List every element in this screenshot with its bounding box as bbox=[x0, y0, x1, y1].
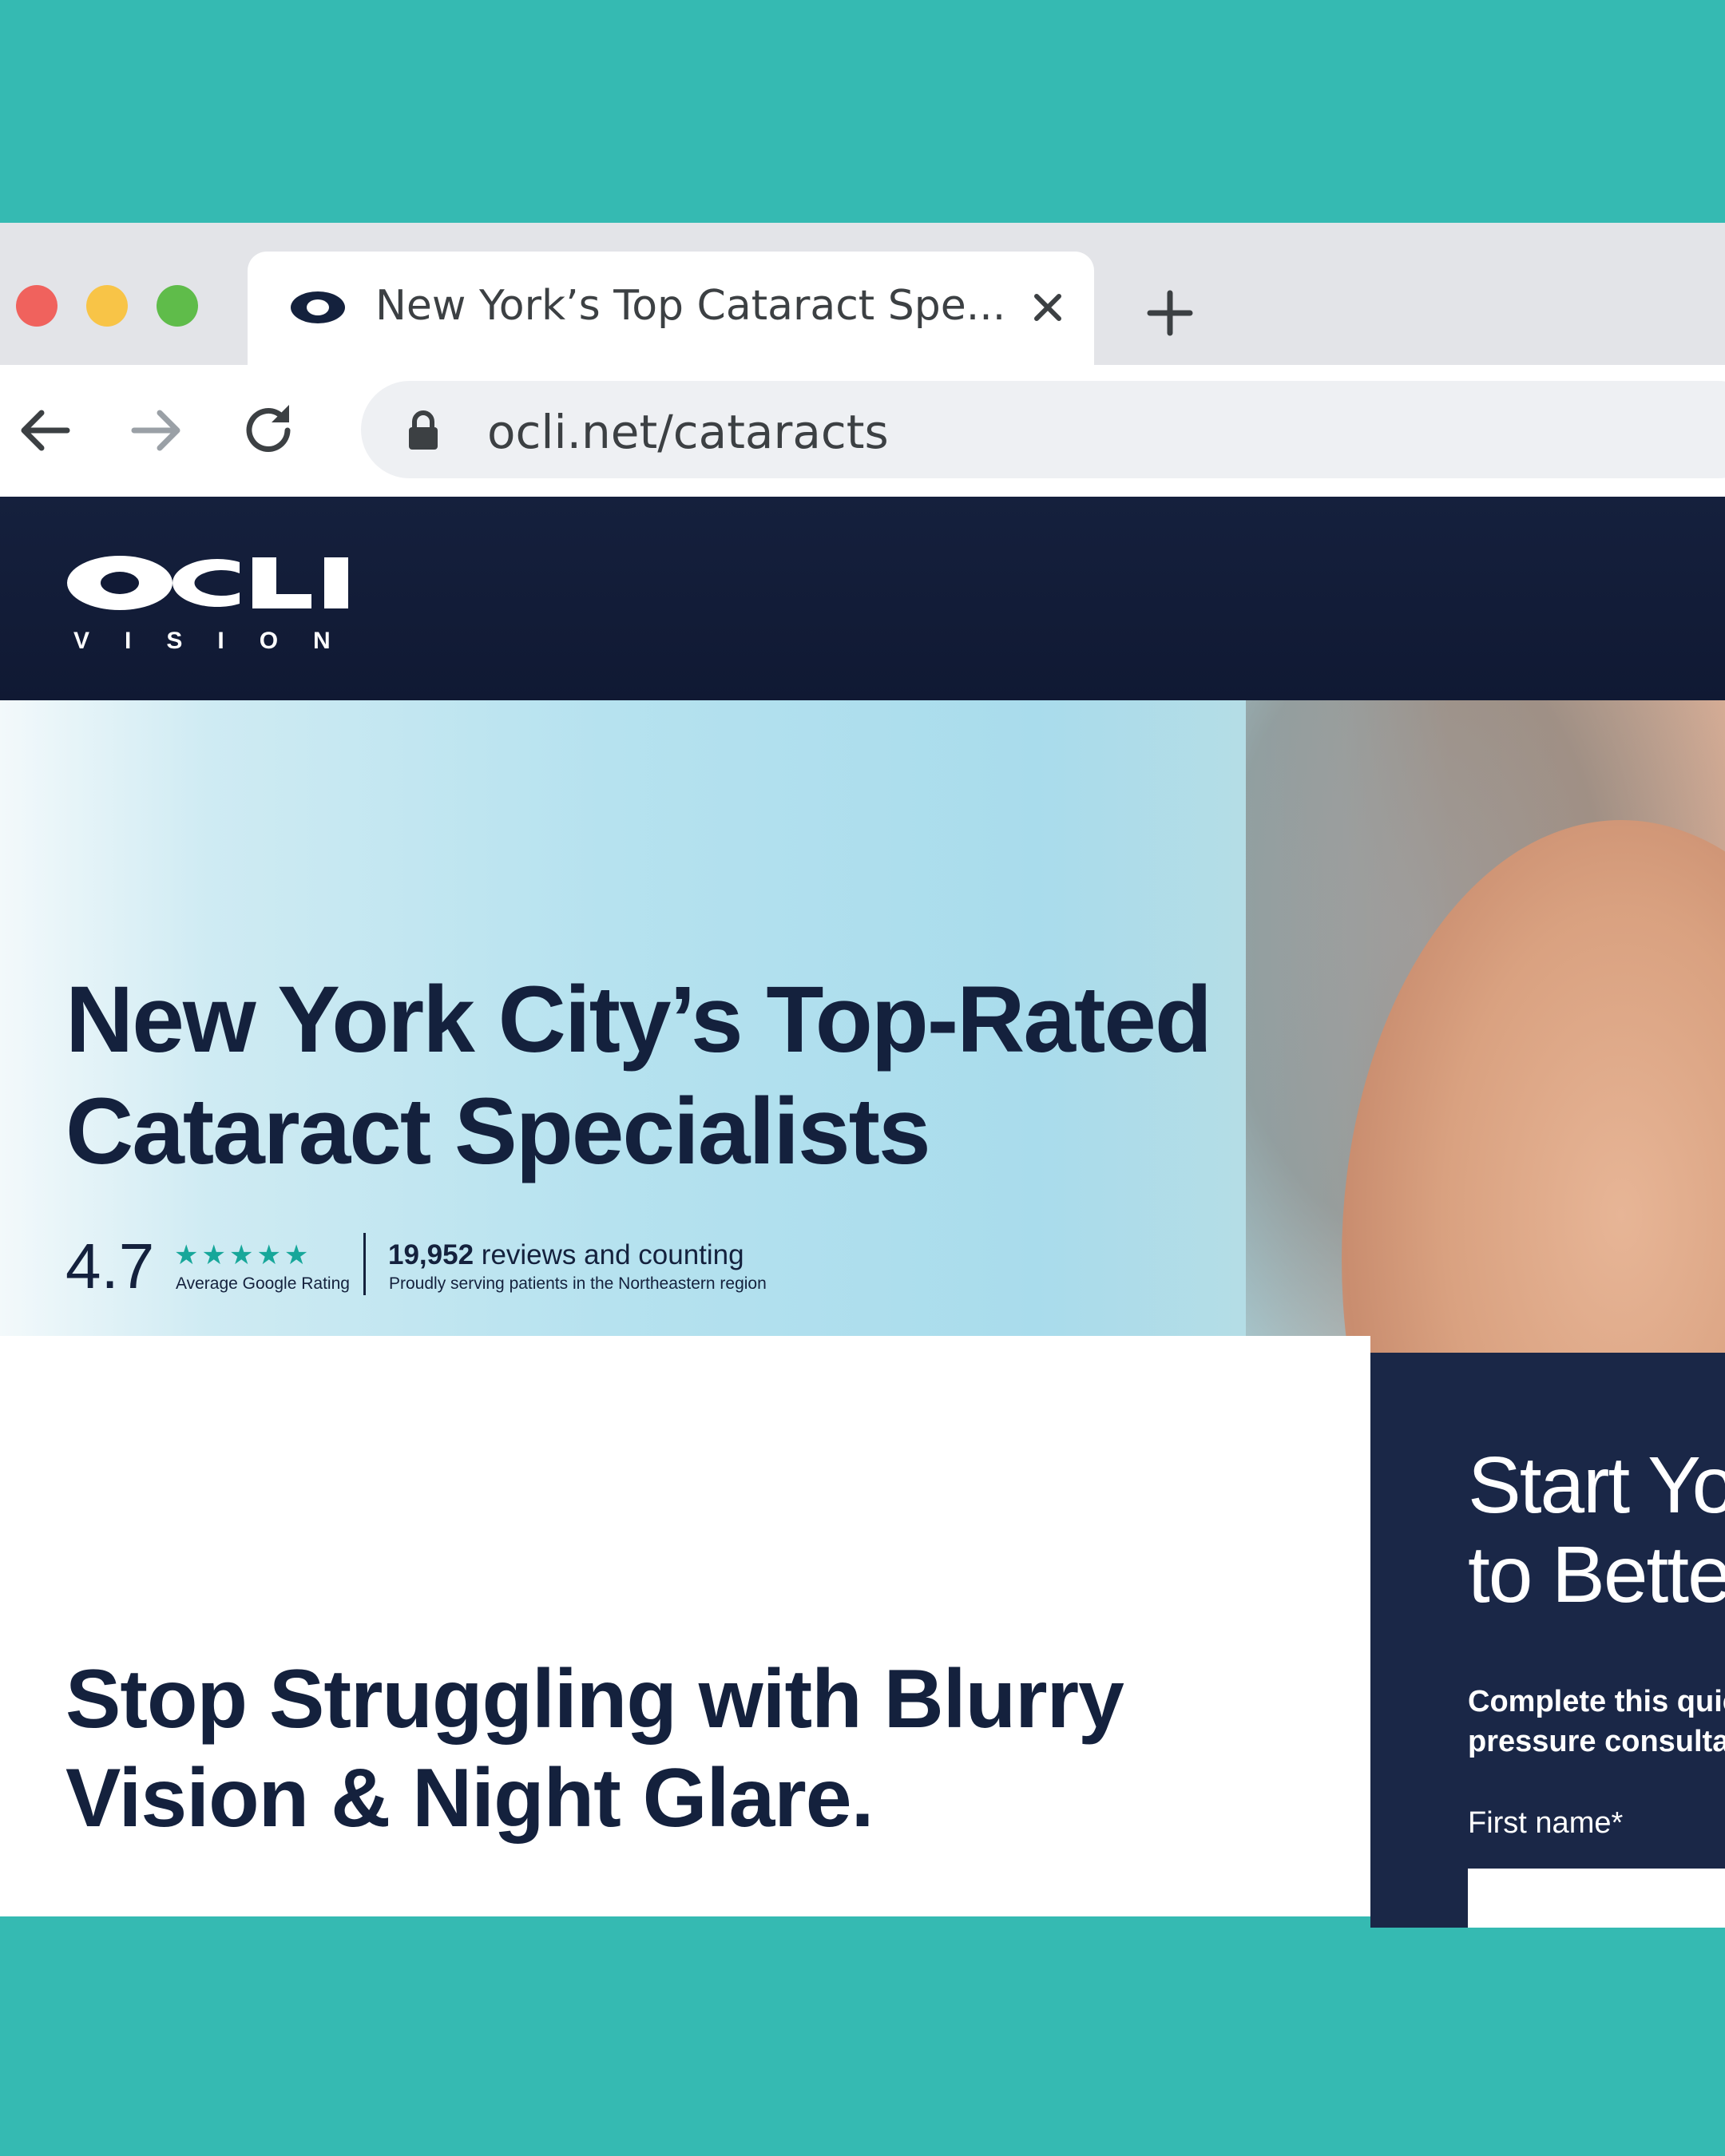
form-title-line-2: to Bette bbox=[1468, 1530, 1725, 1619]
reviews-headline: 19,952 reviews and counting bbox=[388, 1239, 744, 1271]
form-title: Start Yo to Bette bbox=[1468, 1441, 1725, 1619]
arrow-left-icon[interactable] bbox=[14, 400, 75, 461]
arrow-right-icon[interactable] bbox=[126, 400, 187, 461]
form-description-line-2: pressure consulta bbox=[1468, 1725, 1725, 1758]
plus-icon[interactable] bbox=[1142, 285, 1198, 341]
tab-title: New York’s Top Cataract Spe... bbox=[375, 282, 1006, 330]
eye-icon bbox=[291, 291, 345, 323]
reviews-caption: Proudly serving patients in the Northeas… bbox=[389, 1274, 767, 1293]
window-minimize-button[interactable] bbox=[86, 285, 128, 327]
first-name-label: First name* bbox=[1468, 1806, 1624, 1840]
form-description-line-1: Complete this quic bbox=[1468, 1685, 1725, 1718]
close-icon[interactable] bbox=[1025, 285, 1070, 330]
tab-strip: New York’s Top Cataract Spe... bbox=[0, 223, 1725, 365]
browser-toolbar: ocli.net/cataracts bbox=[0, 365, 1725, 493]
reviews-label: reviews and counting bbox=[474, 1239, 744, 1270]
reviews-count: 19,952 bbox=[388, 1239, 474, 1270]
consultation-form-panel: Start Yo to Bette Complete this quic pre… bbox=[1370, 1353, 1725, 1928]
form-description: Complete this quic pressure consulta bbox=[1468, 1682, 1725, 1762]
svg-text:VISION: VISION bbox=[73, 628, 366, 654]
rating-caption: Average Google Rating bbox=[176, 1274, 350, 1293]
rating-divider bbox=[363, 1233, 366, 1295]
window-close-button[interactable] bbox=[16, 285, 58, 327]
section-title: Stop Struggling with Blurry Vision & Nig… bbox=[65, 1653, 1124, 1845]
form-title-line-1: Start Yo bbox=[1468, 1441, 1725, 1530]
site-header: VISION bbox=[0, 497, 1725, 700]
url-text: ocli.net/cataracts bbox=[487, 405, 889, 459]
rating-value: 4.7 bbox=[65, 1231, 155, 1302]
star-rating-icon: ★★★★★ bbox=[174, 1240, 312, 1270]
browser-tab[interactable]: New York’s Top Cataract Spe... bbox=[248, 252, 1094, 365]
hero-title: New York City’s Top-Rated Cataract Speci… bbox=[65, 967, 1212, 1184]
address-bar[interactable]: ocli.net/cataracts bbox=[361, 381, 1725, 478]
ocli-vision-logo[interactable]: VISION bbox=[64, 545, 415, 664]
first-name-field[interactable] bbox=[1468, 1869, 1725, 1928]
lock-icon bbox=[409, 410, 438, 450]
window-maximize-button[interactable] bbox=[157, 285, 198, 327]
reload-icon[interactable] bbox=[238, 400, 299, 461]
